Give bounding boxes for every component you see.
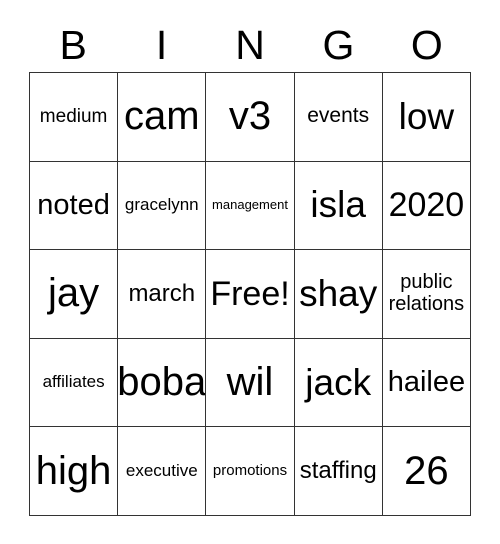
bingo-cell-label: management [212, 197, 288, 213]
bingo-header-letter-b: B [59, 21, 87, 68]
bingo-cell-label: cam [124, 94, 200, 139]
bingo-cell-label: isla [310, 184, 366, 226]
bingo-cell-label: promotions [212, 462, 288, 480]
bingo-cell-label: high [35, 448, 112, 493]
bingo-cell[interactable]: events [294, 73, 383, 162]
bingo-header-letter-o: O [410, 21, 443, 68]
bingo-header-letter-n: N [235, 21, 265, 68]
bingo-cell[interactable]: isla [294, 161, 383, 251]
bingo-grid: medium cam v3 events low noted gracelynn… [29, 72, 471, 516]
bingo-card: B I N G O medium cam v3 events low noted… [0, 0, 500, 544]
bingo-cell-label: executive [125, 461, 198, 480]
bingo-cell-label: noted [37, 188, 110, 221]
bingo-cell-label: affiliates [42, 372, 105, 392]
bingo-cell-label: gracelynn [124, 195, 199, 215]
bingo-cell-label: public relations [388, 271, 465, 315]
bingo-cell[interactable]: noted [30, 161, 119, 251]
bingo-header-letter-i: I [155, 21, 168, 68]
bingo-header-letter-g: G [322, 21, 355, 68]
bingo-cell[interactable]: jay [30, 250, 119, 339]
bingo-cell[interactable]: affiliates [30, 338, 119, 428]
bingo-cell-label: v3 [228, 94, 272, 139]
bingo-cell[interactable]: high [30, 427, 119, 516]
bingo-cell-free[interactable]: Free! [206, 250, 295, 339]
bingo-cell-label: jack [305, 361, 372, 403]
bingo-cell[interactable]: shay [294, 250, 383, 339]
bingo-cell[interactable]: 26 [382, 427, 471, 516]
bingo-cell[interactable]: gracelynn [118, 161, 207, 251]
bingo-cell-label: march [128, 280, 196, 308]
bingo-cell-label: low [398, 95, 455, 137]
bingo-cell-label: events [307, 104, 370, 128]
bingo-cell[interactable]: low [382, 73, 471, 162]
bingo-cell[interactable]: public relations [382, 250, 471, 339]
bingo-cell[interactable]: 2020 [382, 161, 471, 251]
bingo-cell-label: hailee [387, 365, 466, 398]
bingo-cell-label: boba [118, 360, 207, 404]
bingo-cell[interactable]: cam [118, 73, 207, 162]
bingo-cell[interactable]: promotions [206, 427, 295, 516]
bingo-cell-label: wil [226, 360, 274, 404]
bingo-cell[interactable]: medium [30, 73, 119, 162]
bingo-cell[interactable]: executive [118, 427, 207, 516]
bingo-cell[interactable]: hailee [382, 338, 471, 428]
bingo-cell-label: staffing [299, 457, 377, 485]
bingo-cell-label: medium [39, 105, 108, 127]
bingo-cell[interactable]: management [206, 161, 295, 251]
bingo-cell[interactable]: boba [118, 338, 207, 428]
bingo-cell[interactable]: staffing [294, 427, 383, 516]
bingo-header-row: B I N G O [29, 18, 471, 72]
bingo-cell-label: 26 [404, 448, 449, 493]
bingo-cell-label: Free! [210, 274, 290, 313]
bingo-cell[interactable]: jack [294, 338, 383, 428]
bingo-cell-label: 2020 [388, 186, 465, 225]
bingo-cell[interactable]: march [118, 250, 207, 339]
bingo-cell-label: jay [48, 271, 100, 316]
bingo-cell[interactable]: wil [206, 338, 295, 428]
bingo-cell[interactable]: v3 [206, 73, 295, 162]
bingo-cell-label: shay [299, 273, 378, 315]
